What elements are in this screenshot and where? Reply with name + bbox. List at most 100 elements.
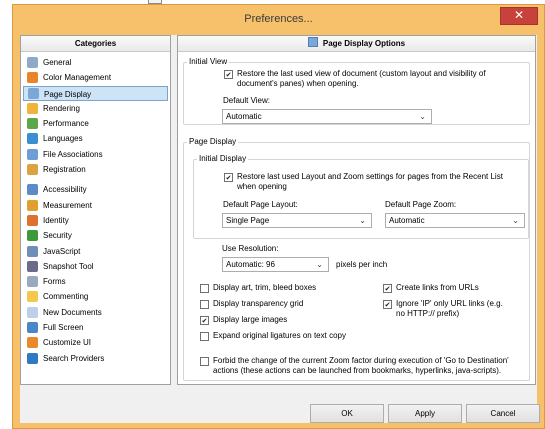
large-images-checkbox[interactable]: Display large images: [200, 315, 287, 325]
initial-display-legend: Initial Display: [199, 154, 247, 163]
ignore-ip-links-checkbox-box[interactable]: [383, 300, 392, 309]
ignore-ip-links-checkbox[interactable]: Ignore 'IP' only URL links (e.g. no HTTP…: [383, 299, 513, 319]
file-associations-icon: [27, 148, 38, 160]
ok-button[interactable]: OK: [310, 404, 384, 423]
default-view-select[interactable]: Automatic ⌄: [222, 109, 432, 124]
categories-header: Categories: [21, 36, 170, 52]
rendering-icon: [27, 102, 38, 114]
display-art-boxes-checkbox[interactable]: Display art, trim, bleed boxes: [200, 283, 316, 293]
category-item-accessibility[interactable]: Accessibility: [21, 182, 170, 197]
color-wheel-icon: [27, 72, 38, 84]
resolution-unit-label: pixels per inch: [336, 260, 388, 269]
category-item-forms[interactable]: Forms: [21, 274, 170, 289]
javascript-icon: [27, 245, 38, 257]
category-item-registration[interactable]: Registration: [21, 162, 170, 177]
default-page-layout-value: Single Page: [226, 216, 270, 225]
transparency-grid-checkbox[interactable]: Display transparency grid: [200, 299, 303, 309]
category-label: Accessibility: [43, 185, 87, 195]
category-item-color-management[interactable]: Color Management: [21, 70, 170, 85]
category-label: General: [43, 58, 72, 67]
category-item-snapshot-tool[interactable]: Snapshot Tool: [21, 259, 170, 274]
cancel-button[interactable]: Cancel: [466, 404, 540, 423]
forbid-zoom-change-checkbox-box[interactable]: [200, 357, 209, 366]
large-images-checkbox-box[interactable]: [200, 316, 209, 325]
restore-layout-checkbox-box[interactable]: [224, 173, 233, 182]
category-item-full-screen[interactable]: Full Screen: [21, 320, 170, 335]
close-button[interactable]: ✕: [500, 7, 538, 25]
category-item-identity[interactable]: Identity: [21, 213, 170, 228]
restore-view-checkbox-box[interactable]: [224, 70, 233, 79]
preferences-dialog: Preferences... ✕ Categories General Color…: [12, 4, 545, 429]
apply-button[interactable]: Apply: [388, 404, 462, 423]
comment-icon: [27, 291, 38, 303]
category-label: Color Management: [43, 73, 112, 83]
create-links-checkbox-box[interactable]: [383, 284, 392, 293]
display-art-boxes-checkbox-box[interactable]: [200, 284, 209, 293]
category-label: Languages: [43, 134, 83, 144]
expand-ligatures-checkbox[interactable]: Expand original ligatures on text copy: [200, 331, 346, 341]
category-item-security[interactable]: Security: [21, 228, 170, 243]
use-resolution-label: Use Resolution:: [222, 244, 279, 253]
ignore-ip-links-label: Ignore 'IP' only URL links (e.g. no HTTP…: [396, 299, 503, 318]
category-label: Rendering: [43, 103, 80, 113]
category-item-page-display[interactable]: Page Display: [23, 85, 168, 101]
accessibility-icon: [27, 184, 38, 196]
category-label: JavaScript: [43, 246, 81, 256]
shield-icon: [27, 230, 38, 242]
category-label: Page Display: [44, 89, 92, 99]
initial-view-legend: Initial View: [189, 57, 228, 66]
use-resolution-select[interactable]: Automatic: 96 ⌄: [222, 257, 329, 272]
search-providers-icon: [27, 352, 38, 364]
category-label: Commenting: [43, 292, 89, 302]
default-page-zoom-select[interactable]: Automatic ⌄: [385, 213, 525, 228]
measurement-icon: [27, 199, 38, 211]
expand-ligatures-label: Expand original ligatures on text copy: [213, 331, 346, 340]
default-page-layout-select[interactable]: Single Page ⌄: [222, 213, 372, 228]
create-links-label: Create links from URLs: [396, 283, 479, 292]
options-header-title: Page Display Options: [322, 39, 406, 48]
restore-view-checkbox[interactable]: Restore the last used view of document (…: [224, 69, 524, 89]
dialog-body: Categories General Color Management Page D…: [20, 35, 540, 423]
category-label: Full Screen: [43, 323, 84, 333]
category-item-performance[interactable]: Performance: [21, 116, 170, 131]
restore-layout-checkbox[interactable]: Restore last used Layout and Zoom settin…: [224, 172, 524, 192]
default-view-label: Default View:: [223, 96, 270, 105]
category-item-javascript[interactable]: JavaScript: [21, 244, 170, 259]
category-label: Measurement: [43, 200, 92, 210]
close-icon: ✕: [513, 8, 525, 22]
title-bar[interactable]: Preferences... ✕: [13, 5, 544, 31]
options-header: Page Display Options: [178, 36, 535, 52]
category-label: Customize UI: [43, 338, 92, 348]
restore-layout-label: Restore last used Layout and Zoom settin…: [237, 172, 503, 191]
forbid-zoom-change-checkbox[interactable]: Forbid the change of the current Zoom fa…: [200, 356, 525, 376]
category-label: Search Providers: [43, 353, 105, 363]
category-item-commenting[interactable]: Commenting: [21, 289, 170, 304]
globe-icon: [27, 133, 38, 145]
category-label: Registration: [43, 165, 86, 175]
identity-icon: [27, 214, 38, 226]
options-panel: Page Display Options Initial View Restor…: [177, 35, 536, 385]
category-label: Snapshot Tool: [43, 261, 94, 271]
category-item-customize-ui[interactable]: Customize UI: [21, 335, 170, 350]
default-page-zoom-label: Default Page Zoom:: [385, 200, 457, 209]
transparency-grid-label: Display transparency grid: [213, 299, 304, 308]
chevron-down-icon: ⌄: [316, 260, 323, 269]
category-item-measurement[interactable]: Measurement: [21, 198, 170, 213]
customize-ui-icon: [27, 337, 38, 349]
category-item-rendering[interactable]: Rendering: [21, 101, 170, 116]
category-label: Identity: [43, 215, 69, 225]
transparency-grid-checkbox-box[interactable]: [200, 300, 209, 309]
category-item-languages[interactable]: Languages: [21, 131, 170, 146]
create-links-checkbox[interactable]: Create links from URLs: [383, 283, 479, 293]
large-images-label: Display large images: [213, 315, 288, 324]
chevron-down-icon: ⌄: [359, 216, 366, 225]
default-page-zoom-value: Automatic: [389, 216, 425, 225]
category-item-file-associations[interactable]: File Associations: [21, 147, 170, 162]
page-display-legend: Page Display: [189, 137, 237, 146]
category-item-new-documents[interactable]: New Documents: [21, 305, 170, 320]
category-item-search-providers[interactable]: Search Providers: [21, 351, 170, 366]
category-item-general[interactable]: General: [21, 55, 170, 70]
category-label: Performance: [43, 119, 89, 129]
page-display-icon: [28, 87, 39, 99]
expand-ligatures-checkbox-box[interactable]: [200, 332, 209, 341]
